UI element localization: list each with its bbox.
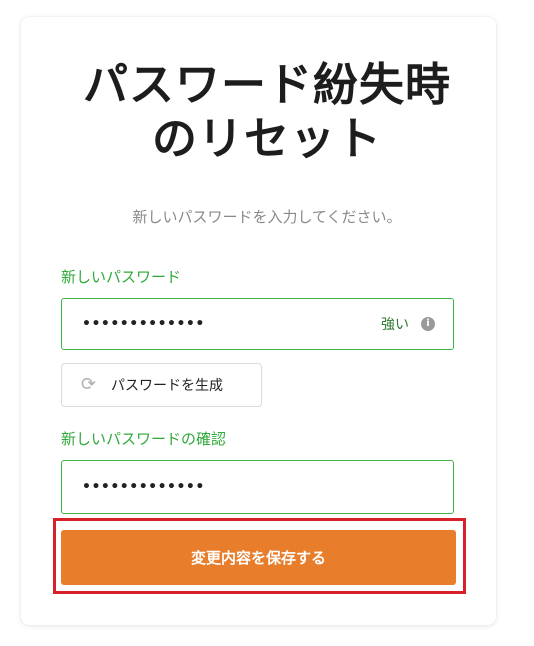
page-title: パスワード紛失時 のリセット [0, 58, 534, 166]
confirm-password-label: 新しいパスワードの確認 [61, 430, 227, 448]
save-changes-button[interactable]: 変更内容を保存する [61, 530, 456, 585]
page-title-line1: パスワード紛失時 [82, 58, 451, 111]
confirm-password-value: ••••••••••••• [82, 479, 205, 495]
new-password-field[interactable]: ••••••••••••• 強い i [61, 298, 454, 350]
generate-password-button[interactable]: ⟳ パスワードを生成 [61, 363, 262, 407]
password-strength-label: 強い [381, 317, 409, 333]
page-subtitle: 新しいパスワードを入力してください。 [132, 208, 402, 226]
info-icon[interactable]: i [421, 317, 435, 331]
confirm-password-field[interactable]: ••••••••••••• [61, 460, 454, 514]
new-password-label: 新しいパスワード [61, 268, 182, 286]
refresh-icon: ⟳ [81, 374, 97, 395]
page-title-line2: のリセット [151, 112, 382, 165]
new-password-value: ••••••••••••• [82, 316, 205, 332]
generate-password-label: パスワードを生成 [111, 378, 223, 394]
